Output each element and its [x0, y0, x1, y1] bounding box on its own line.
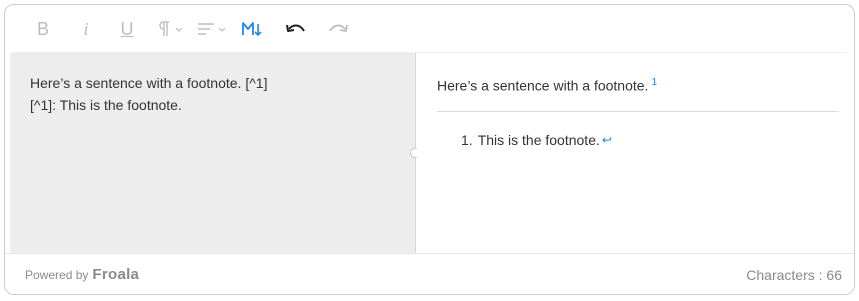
- status-bar: Powered by Froala Characters : 66: [5, 253, 854, 294]
- character-counter: Characters : 66: [746, 267, 842, 283]
- markdown-preview-pane: Here’s a sentence with a footnote. 1 1. T…: [417, 53, 851, 254]
- footnote-reference-link[interactable]: 1: [651, 77, 657, 88]
- toolbar: B i U: [5, 5, 854, 53]
- powered-by-label: Powered by: [25, 268, 89, 282]
- footnotes-separator: [437, 111, 839, 112]
- powered-by-link[interactable]: Powered by Froala: [25, 266, 139, 283]
- footnote-item: 1. This is the footnote. ↩: [461, 132, 612, 148]
- paragraph-format-dropdown[interactable]: [155, 15, 189, 43]
- footnote-backref-link[interactable]: ↩: [602, 133, 612, 147]
- underline-button[interactable]: U: [117, 15, 137, 43]
- source-line: [^1]: This is the footnote.: [30, 97, 182, 113]
- footnote-number: 1.: [461, 132, 473, 148]
- footnote-text: This is the footnote.: [477, 132, 600, 148]
- markdown-source-pane[interactable]: Here’s a sentence with a footnote. [^1] …: [10, 53, 416, 254]
- markdown-button[interactable]: [241, 15, 265, 43]
- pilcrow-icon: [159, 21, 183, 36]
- italic-button[interactable]: i: [77, 15, 95, 43]
- undo-button[interactable]: [283, 15, 309, 43]
- preview-paragraph: Here’s a sentence with a footnote. 1: [437, 77, 657, 94]
- align-icon: [198, 23, 226, 35]
- froala-logo: Froala: [92, 266, 140, 283]
- undo-icon: [286, 24, 305, 32]
- source-line: Here’s a sentence with a footnote. [^1]: [30, 75, 268, 91]
- italic-icon: i: [83, 18, 89, 39]
- bold-button[interactable]: B: [33, 15, 53, 43]
- bold-icon: B: [36, 18, 49, 39]
- froala-editor: B i U Here’s a sentence with a footnote.…: [4, 4, 855, 295]
- redo-button[interactable]: [325, 15, 351, 43]
- underline-icon: U: [120, 18, 134, 39]
- markdown-icon: [242, 22, 262, 37]
- redo-icon: [329, 24, 348, 32]
- preview-sentence: Here’s a sentence with a footnote.: [437, 77, 649, 94]
- align-dropdown[interactable]: [195, 15, 231, 43]
